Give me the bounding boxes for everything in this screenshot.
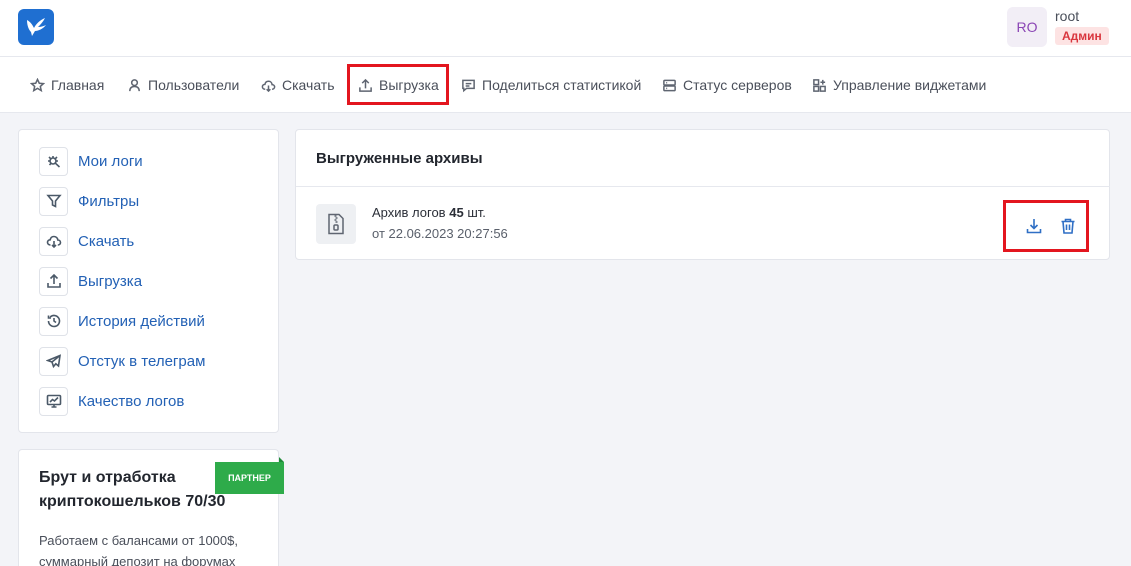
archive-name: Архив логов 45 шт.	[372, 205, 486, 220]
sidebar-item-label: Отстук в телеграм	[78, 352, 206, 370]
promo-title: Брут и отработка криптокошельков 70/30	[39, 469, 226, 510]
side-icon-box	[39, 226, 68, 256]
nav-item-widgets[interactable]: Управление виджетами	[812, 57, 986, 113]
top-header: RO root Админ	[0, 0, 1131, 57]
bug-search-icon	[47, 156, 60, 168]
divider	[296, 186, 1110, 187]
main-nav: Главная Пользователи Скачать Выгрузка По…	[0, 57, 1131, 113]
archive-count: 45	[449, 205, 464, 220]
side-icon-box	[39, 306, 68, 336]
user-icon	[129, 78, 140, 91]
side-icon-box	[39, 146, 68, 176]
nav-item-home[interactable]: Главная	[30, 57, 104, 113]
monitor-chart-icon	[46, 394, 61, 408]
role-badge: Админ	[1055, 27, 1109, 45]
sidebar-item-filters[interactable]: Фильтры	[39, 186, 139, 216]
nav-item-label: Главная	[51, 77, 105, 93]
cloud-download-icon	[46, 235, 61, 249]
server-icon	[663, 79, 676, 91]
sidebar-item-label: Мои логи	[78, 152, 143, 170]
side-icon-box	[39, 386, 68, 416]
sidebar-item-label: Фильтры	[78, 192, 140, 210]
actions-highlight	[1003, 200, 1089, 252]
nav-item-download[interactable]: Скачать	[261, 57, 335, 113]
archive-prefix: Архив логов	[372, 205, 446, 220]
bird-logo-icon	[27, 18, 46, 36]
nav-item-label: Пользователи	[148, 77, 240, 93]
promo-card[interactable]: Брут и отработка криптокошельков 70/30 П…	[18, 449, 284, 566]
sidebar-item-download[interactable]: Скачать	[39, 226, 134, 256]
star-icon	[30, 77, 45, 92]
archive-date: от 22.06.2023 20:27:56	[372, 226, 508, 241]
sidebar-item-label: Выгрузка	[78, 272, 143, 290]
share-stats-icon	[462, 79, 475, 92]
nav-item-share-stats[interactable]: Поделиться статистикой	[461, 57, 641, 113]
zip-file-icon	[316, 204, 356, 244]
sidebar-item-label: История действий	[78, 312, 205, 330]
nav-item-label: Поделиться статистикой	[482, 77, 642, 93]
user-name: root	[1055, 8, 1080, 24]
side-icon-box	[39, 266, 68, 296]
side-icon-box	[39, 186, 68, 216]
sidebar-item-my-logs[interactable]: Мои логи	[39, 146, 143, 176]
sidebar-item-log-quality[interactable]: Качество логов	[39, 386, 184, 416]
filter-icon	[45, 194, 62, 208]
nav-item-label: Статус серверов	[683, 77, 792, 93]
page-title: Выгруженные архивы	[316, 150, 483, 167]
sidebar-item-telegram[interactable]: Отстук в телеграм	[39, 346, 205, 376]
widgets-icon	[813, 78, 826, 92]
logo[interactable]	[18, 9, 54, 45]
nav-item-label: Скачать	[282, 77, 335, 93]
promo-text: Работаем с балансами от 1000$, суммарный…	[39, 533, 238, 566]
upload-icon	[46, 273, 61, 288]
sidebar-item-upload[interactable]: Выгрузка	[39, 266, 142, 296]
history-icon	[47, 314, 60, 328]
nav-item-label: Управление виджетами	[833, 77, 987, 93]
sidebar-item-label: Качество логов	[78, 392, 185, 410]
archives-card: Выгруженные архивы Архив логов 45 шт. от…	[295, 129, 1110, 260]
nav-upload-highlight	[347, 64, 449, 105]
partner-badge: ПАРТНЕР	[215, 457, 284, 494]
cloud-download-icon	[261, 80, 276, 92]
nav-item-users[interactable]: Пользователи	[127, 57, 239, 113]
sidebar-item-label: Скачать	[78, 232, 135, 250]
sidebar-menu: Мои логи Фильтры Скачать Выгрузка Истори…	[18, 129, 279, 433]
avatar[interactable]: RO	[1007, 7, 1047, 47]
side-icon-box	[39, 346, 68, 376]
nav-item-server-status[interactable]: Статус серверов	[662, 57, 792, 113]
archive-suffix: шт.	[467, 205, 486, 220]
telegram-icon	[45, 354, 61, 369]
sidebar-item-history[interactable]: История действий	[39, 306, 205, 336]
